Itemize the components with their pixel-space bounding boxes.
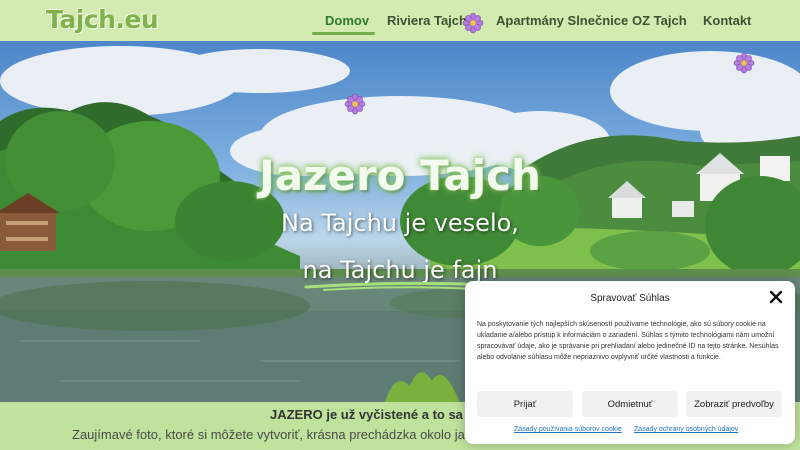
site-logo[interactable]: Tajch.eu [46,5,159,34]
nav-item-oz-tajch[interactable]: OZ Tajch [632,13,687,28]
nav-active-indicator [312,32,375,35]
nav-item-apartmany-slnecnice[interactable]: Apartmány Slnečnice [496,13,628,28]
hero-title: Jazero Tajch [259,151,541,200]
consent-title: Spravovať Súhlas [590,293,670,304]
close-icon[interactable] [768,289,784,305]
cookie-policy-link[interactable]: Zásady používania súborov cookie [514,426,622,433]
accept-button[interactable]: Prijať [477,391,573,417]
privacy-policy-link[interactable]: Zásady ochrany osobných údajov [634,426,738,433]
cookie-consent-dialog: Spravovať Súhlas Na poskytovanie tých na… [465,281,795,444]
site-header: Tajch.eu Domov Riviera Tajch Apartmány S… [0,0,800,41]
intro-text: Zaujímavé foto, ktoré si môžete vytvoriť… [72,427,483,442]
reject-button[interactable]: Odmietnuť [582,391,678,417]
nav-item-domov[interactable]: Domov [325,13,369,28]
flower-icon [733,52,755,74]
intro-headline: JAZERO je už vyčistené a to sa lep [270,407,486,422]
nav-item-kontakt[interactable]: Kontakt [703,13,751,28]
preferences-button[interactable]: Zobraziť predvoľby [686,391,782,417]
nav-item-riviera-tajch[interactable]: Riviera Tajch [387,13,467,28]
hero-subtitle-1: Na Tajchu je veselo, [281,209,519,237]
flower-icon [462,12,484,34]
flower-icon [344,93,366,115]
consent-body: Na poskytovanie tých najlepších skúsenos… [477,321,779,361]
